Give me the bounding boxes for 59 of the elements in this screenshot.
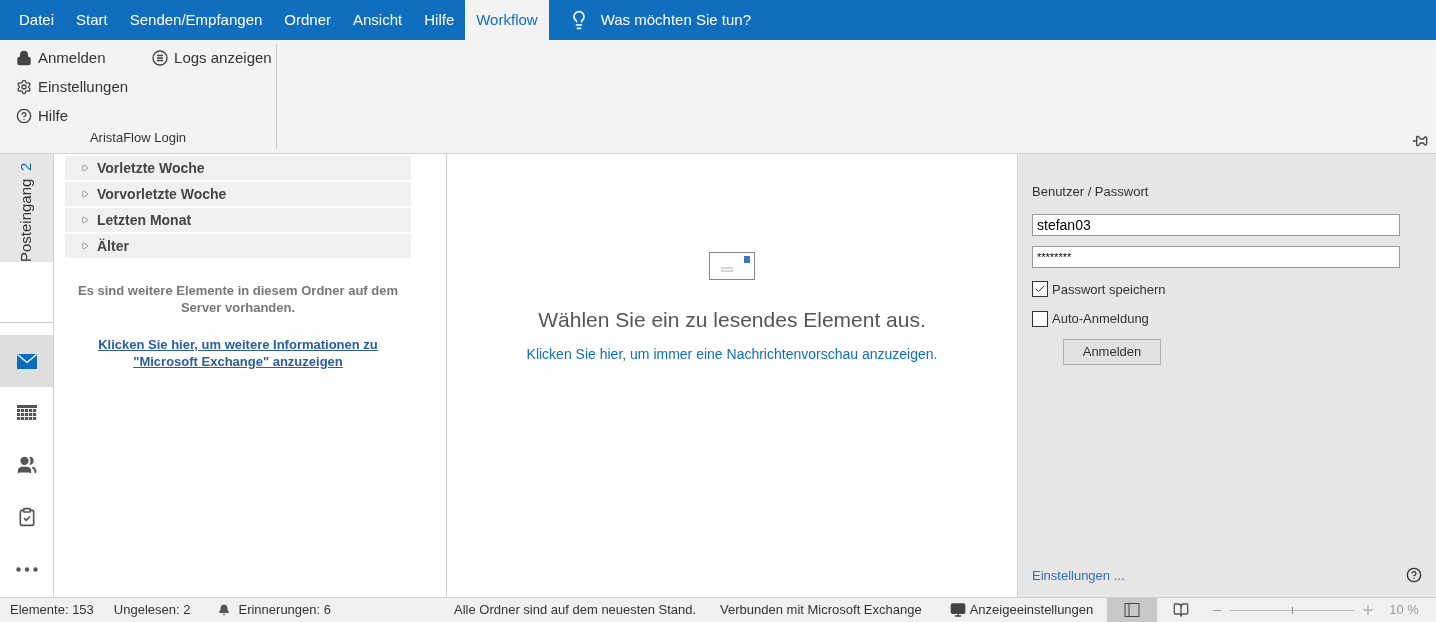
empty-message: Wählen Sie ein zu lesendes Element aus. [538, 307, 926, 333]
credentials-label: Benutzer / Passwort [1032, 183, 1150, 201]
ribbon-button[interactable]: Logs anzeigen [152, 46, 272, 70]
checkbox-label: Passwort speichern [1052, 280, 1166, 299]
list-icon [152, 50, 169, 66]
status-text: Alle Ordner sind auf dem neuesten Stand. [454, 601, 697, 620]
checkbox[interactable] [1032, 281, 1048, 298]
monitor-icon [949, 602, 966, 618]
people-icon [16, 455, 37, 475]
normal-view-button[interactable] [1107, 598, 1158, 622]
menu-tab[interactable]: Ansicht [342, 0, 414, 40]
status-text: Erinnerungen: 6 [238, 601, 331, 620]
group-header[interactable]: Vorvorletzte Woche [65, 182, 411, 206]
reading-view-icon[interactable] [1173, 602, 1190, 618]
calendar-icon [16, 405, 37, 421]
status-text: Elemente: 153 [10, 601, 94, 620]
envelope-icon [709, 252, 755, 280]
unread-count: 2 [16, 162, 36, 171]
server-note: Es sind weitere Elemente in diesem Ordner auf dem Server vorhanden. [76, 282, 400, 316]
menu-tab[interactable]: Hilfe [413, 0, 466, 40]
bell-icon [218, 604, 231, 616]
checkbox-label: Auto-Anmeldung [1052, 310, 1149, 328]
help-icon [16, 108, 32, 124]
menu-tab[interactable]: Senden/Empfangen [118, 0, 274, 40]
mail-icon [16, 353, 37, 369]
status-text: Ungelesen: 2 [113, 601, 191, 620]
ribbon-button[interactable]: Anmelden [16, 46, 129, 70]
username-field[interactable]: stefan03 [1032, 213, 1400, 236]
menu-tab[interactable]: Workflow [465, 0, 549, 40]
group-header[interactable]: Letzten Monat [65, 208, 411, 232]
ribbon-button[interactable]: Einstellungen [16, 75, 129, 99]
pane-layout-icon [1124, 602, 1141, 618]
lock-icon [16, 50, 32, 66]
folder-pane-tab[interactable]: Posteingang 2 [0, 154, 53, 262]
tell-me-placeholder: Was möchten Sie tun? [600, 9, 751, 30]
login-button[interactable]: Anmelden [1063, 338, 1161, 365]
display-settings-button[interactable]: Anzeigeeinstellungen [949, 600, 1094, 620]
folder-name: Posteingang [16, 178, 36, 262]
checkbox[interactable] [1032, 310, 1048, 327]
more-icon [15, 566, 38, 572]
help-icon[interactable] [1406, 567, 1422, 584]
nav-button[interactable] [0, 335, 53, 387]
zoom-slider[interactable] [1229, 604, 1356, 616]
zoom-level: 10 % [1389, 601, 1419, 620]
group-header[interactable]: Vorletzte Woche [65, 156, 411, 180]
tell-me-field[interactable]: Was möchten Sie tun? [568, 0, 751, 40]
ribbon-group-label: AristaFlow Login [88, 129, 188, 147]
exchange-info-link[interactable]: Klicken Sie hier, um weitere Informationen zu "Microsoft Exchange" anzuzeigen [65, 336, 411, 370]
settings-icon [16, 79, 32, 95]
menu-tab[interactable]: Datei [8, 0, 66, 40]
preview-link[interactable]: Klicken Sie hier, um immer eine Nachrichtenvorschau anzuzeigen. [526, 343, 938, 365]
pin-icon[interactable] [1412, 133, 1428, 149]
password-field[interactable]: ******** [1032, 245, 1400, 268]
menu-tab[interactable]: Start [65, 0, 119, 40]
group-header[interactable]: Älter [65, 234, 411, 258]
menu-tab[interactable]: Ordner [273, 0, 342, 40]
settings-link[interactable]: Einstellungen ... [1032, 565, 1125, 585]
status-text: Verbunden mit Microsoft Exchange [720, 601, 922, 620]
ribbon-button[interactable]: Hilfe [16, 104, 129, 128]
